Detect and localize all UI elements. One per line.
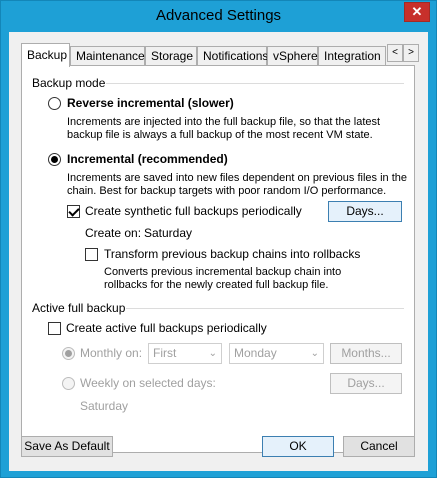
active-full-heading: Active full backup [32,301,126,315]
chevron-down-icon: ⌄ [310,348,319,359]
tab-scroll-right-button[interactable]: > [403,44,419,62]
transform-rollbacks-description: Converts previous incremental backup cha… [104,266,342,291]
weekly-label[interactable]: Weekly on selected days: [80,376,216,390]
tab-label: Integration [324,49,381,63]
synthetic-full-checkbox[interactable] [67,205,80,218]
create-on-value: Saturday [144,226,193,240]
tab-label: Notifications [203,49,269,63]
tab-storage[interactable]: Storage [145,46,197,66]
window-title: Advanced Settings [155,7,282,24]
backup-tab-panel: Backup mode Reverse incremental (slower)… [21,65,415,453]
months-button[interactable]: Months... [330,343,402,364]
reverse-incremental-label[interactable]: Reverse incremental (slower) [67,96,234,110]
active-full-checkbox[interactable] [48,322,61,335]
weekly-days-button[interactable]: Days... [330,373,402,394]
tab-scroll-left-button[interactable]: < [387,44,403,62]
monthly-week-select[interactable]: First ⌄ [148,343,222,364]
monthly-radio[interactable] [62,347,75,360]
incremental-label[interactable]: Incremental (recommended) [67,152,228,166]
tab-label: Backup [27,48,68,62]
tab-label: Maintenance [76,49,145,63]
group-divider [126,308,404,309]
close-button[interactable]: ✕ [404,2,430,22]
tab-label: Storage [151,49,194,63]
tab-notifications[interactable]: Notifications [197,46,269,66]
tab-label: vSphere [273,49,318,63]
active-full-label[interactable]: Create active full backups periodically [66,321,267,335]
synthetic-days-button[interactable]: Days... [328,201,402,222]
weekly-days-value: Saturday [80,399,129,413]
weekly-radio[interactable] [62,377,75,390]
day-select-value: Monday [234,346,277,360]
cancel-button[interactable]: Cancel [343,436,415,457]
advanced-settings-window: Advanced Settings ✕ Backup Maintenance S… [0,0,437,478]
transform-rollbacks-checkbox[interactable] [85,248,98,261]
reverse-incremental-radio[interactable] [48,97,61,110]
monthly-day-select[interactable]: Monday ⌄ [229,343,324,364]
chevron-right-icon: > [408,47,414,58]
incremental-description: Increments are saved into new files depe… [67,172,407,197]
chevron-down-icon: ⌄ [208,348,217,359]
backup-mode-heading: Backup mode [32,76,106,90]
close-icon: ✕ [411,4,423,19]
group-divider [106,83,404,84]
save-as-default-button[interactable]: Save As Default [21,436,113,457]
tab-maintenance[interactable]: Maintenance [70,46,145,66]
reverse-incremental-description: Increments are injected into the full ba… [67,116,381,141]
chevron-left-icon: < [392,47,398,58]
incremental-radio[interactable] [48,153,61,166]
title-bar[interactable]: Advanced Settings ✕ [1,1,436,31]
ok-button[interactable]: OK [262,436,334,457]
tab-backup[interactable]: Backup [21,43,70,67]
create-on-label: Create on: [85,226,142,240]
transform-rollbacks-label[interactable]: Transform previous backup chains into ro… [104,247,360,261]
tab-integration[interactable]: Integration [318,46,386,66]
tab-vsphere[interactable]: vSphere [267,46,318,66]
synthetic-full-label[interactable]: Create synthetic full backups periodical… [85,204,302,218]
monthly-label[interactable]: Monthly on: [80,346,142,360]
dialog-body: Backup Maintenance Storage Notifications… [9,32,428,471]
week-select-value: First [153,346,177,360]
